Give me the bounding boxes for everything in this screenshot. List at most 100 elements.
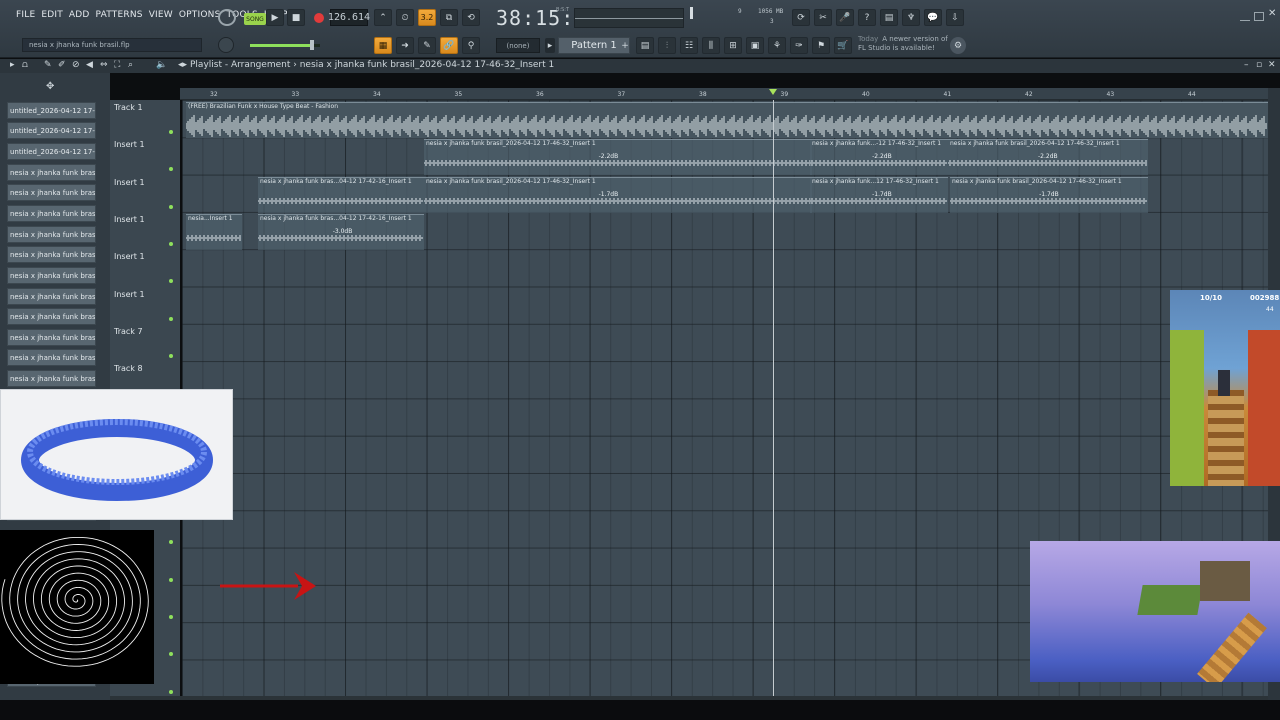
play-button[interactable]: ▶ [266,9,284,26]
volume-knob-icon[interactable] [218,37,234,53]
track-name[interactable]: Insert 1 [114,290,145,299]
help-icon[interactable]: ? [858,9,876,26]
menu-view[interactable]: VIEW [149,10,173,20]
playlist-menu-arrow-icon[interactable]: ◂▸ [178,60,187,70]
tempo-display[interactable]: 126.614 [328,9,370,26]
pencil-tool-icon[interactable]: ✎ [44,60,52,70]
slip-tool-icon[interactable]: ⇔ [100,60,108,70]
track-enable-led[interactable] [169,316,173,321]
arrow-icon[interactable]: ▸ [10,60,15,70]
refresh-icon[interactable]: ⟳ [792,9,810,26]
browser-item[interactable]: nesia x jhanka funk brasi... [7,184,96,201]
menu-add[interactable]: ADD [69,10,90,20]
stop-button[interactable]: ■ [287,9,305,26]
channel-rack-icon[interactable]: ☷ [680,37,698,54]
timeline-ruler[interactable]: 32 33 34 35 36 37 38 39 40 41 42 43 44 [180,88,1268,100]
audio-clip[interactable]: nesia x jhanka funk...12 17-46-32_Insert… [810,176,948,213]
audio-clip[interactable]: nesia...Insert 1 [186,213,242,250]
track-enable-led[interactable] [169,130,173,134]
link-icon[interactable]: 🔗 [440,37,458,54]
playback-tool-icon[interactable]: 🔈 [156,60,167,70]
track-enable-led[interactable] [169,241,173,246]
browser-item[interactable]: nesia x jhanka funk brasi... [7,246,96,263]
blend-notes-icon[interactable]: ⧉ [440,9,458,26]
browser-item[interactable]: nesia x jhanka funk brasi... [7,370,96,387]
browser-item[interactable]: nesia x jhanka funk brasi... [7,349,96,366]
browser-icon[interactable]: ⊞ [724,37,742,54]
select-tool-icon[interactable]: ⛶ [114,60,120,70]
snap-arrow-icon[interactable]: ➜ [396,37,414,54]
track-name[interactable]: Track 1 [114,103,143,112]
chat-icon[interactable]: 💬 [924,9,942,26]
browser-item[interactable]: nesia x jhanka funk brasi... [7,164,96,181]
master-volume-slider[interactable] [250,40,320,50]
menu-options[interactable]: OPTIONS [179,10,221,20]
download-icon[interactable]: ⇩ [946,9,964,26]
zoom-tool-icon[interactable]: ⌕ [128,60,133,70]
pencil-icon[interactable]: ✎ [418,37,436,54]
tools-icon[interactable]: ✑ [790,37,808,54]
audio-clip[interactable]: nesia x jhanka funk bras...04-12 17-42-1… [258,176,424,213]
stamp-icon[interactable]: ⚲ [462,37,480,54]
settings-gear-icon[interactable]: ⚙ [950,37,966,54]
snap-select[interactable]: (none) [496,38,540,53]
plugin-icon[interactable]: ♆ [902,9,920,26]
playlist-minimize-icon[interactable]: – [1244,60,1249,70]
metronome-icon[interactable]: ⌃ [374,9,392,26]
playhead-marker[interactable] [769,89,777,95]
browser-item[interactable]: nesia x jhanka funk brasi... [7,205,96,222]
track-enable-led[interactable] [169,279,173,284]
piano-roll-icon[interactable]: ⫶ [658,37,676,54]
step-button[interactable]: 3.2 [418,9,436,26]
browser-item[interactable]: nesia x jhanka funk brasi... [7,329,96,346]
track-name[interactable]: Insert 1 [114,215,145,224]
flag-icon[interactable]: ⚑ [812,37,830,54]
song-mode-button[interactable]: SONG [244,13,266,25]
audio-clip[interactable]: nesia x jhanka funk brasil_2026-04-12 17… [948,139,1148,176]
cut-tool-icon[interactable]: ✂ [814,9,832,26]
audio-clip[interactable]: nesia x jhanka funk...-12 17-46-32_Inser… [810,139,948,176]
track-enable-led[interactable] [169,577,173,582]
mixer-icon[interactable]: ⫼ [702,37,720,54]
track-name[interactable]: Insert 1 [114,178,145,187]
playlist-window-icon[interactable]: ▤ [636,37,654,54]
add-pattern-icon[interactable]: + [620,38,630,53]
track-enable-led[interactable] [169,204,173,209]
track-name[interactable]: Insert 1 [114,252,145,261]
browser-item[interactable]: nesia x jhanka funk brasi... [7,226,96,243]
track-name[interactable]: Insert 1 [114,140,145,149]
track-enable-led[interactable] [169,540,173,545]
playlist-maximize-icon[interactable]: ▫ [1256,60,1262,70]
magnet-icon[interactable]: ⩍ [22,60,28,70]
playlist-close-icon[interactable]: ✕ [1268,60,1276,70]
track-enable-led[interactable] [169,614,173,619]
browser-item[interactable]: untitled_2026-04-12 17-... [7,122,96,139]
audio-clip[interactable]: nesia x jhanka funk bras...04-12 17-42-1… [258,213,424,250]
delete-tool-icon[interactable]: ⊘ [72,60,80,70]
maximize-icon[interactable] [1254,12,1264,21]
menu-edit[interactable]: EDIT [41,10,63,20]
audio-clip[interactable]: (FREE) Brazilian Funk x House Type Beat … [186,102,1268,138]
microphone-icon[interactable]: 🎤 [836,9,854,26]
wait-input-icon[interactable]: ⏲ [396,9,414,26]
browser-item[interactable]: nesia x jhanka funk brasi... [7,288,96,305]
browser-item[interactable]: untitled_2026-04-12 17-... [7,143,96,160]
mute-tool-icon[interactable]: ◀ [86,60,93,70]
browser-item[interactable]: untitled_2026-04-12 17-... [7,102,96,119]
move-icon[interactable]: ✥ [46,81,54,92]
menu-file[interactable]: FILE [16,10,35,20]
track-enable-led[interactable] [169,353,173,358]
track-name[interactable]: Track 7 [114,327,143,336]
minimize-icon[interactable] [1240,12,1250,21]
loop-record-icon[interactable]: ⟲ [462,9,480,26]
close-icon[interactable]: ✕ [1268,8,1278,19]
record-button[interactable] [310,9,328,26]
audio-clip[interactable]: nesia x jhanka funk brasil_2026-04-12 17… [424,139,812,176]
browser-item[interactable]: nesia x jhanka funk brasi... [7,267,96,284]
project-picker-icon[interactable]: ▣ [746,37,764,54]
track-name[interactable]: Track 8 [114,364,143,373]
plugin-database-icon[interactable]: ⚘ [768,37,786,54]
render-icon[interactable]: ▤ [880,9,898,26]
menu-patterns[interactable]: PATTERNS [96,10,143,20]
update-news[interactable]: Today A newer version of FL Studio is ava… [858,35,948,53]
